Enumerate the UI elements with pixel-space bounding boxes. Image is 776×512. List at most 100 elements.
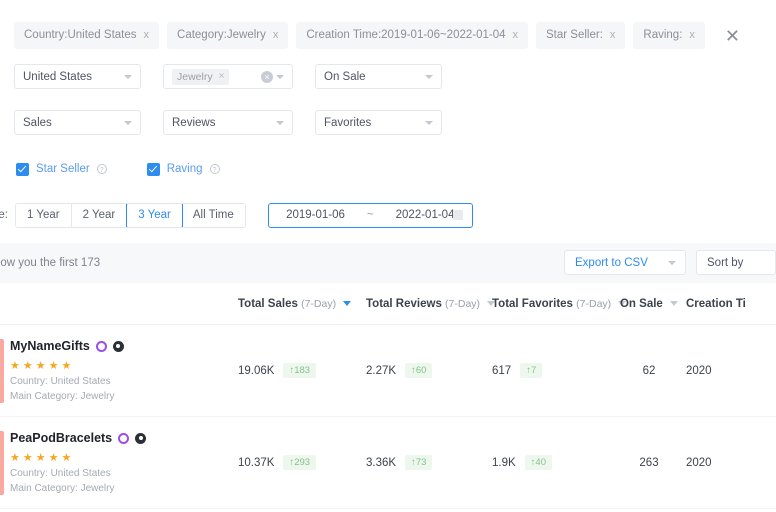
category-tag-label: Jewelry xyxy=(177,70,213,83)
star-seller-badge-icon xyxy=(95,340,107,352)
table-cell-total-reviews: 3.36K ↑73 xyxy=(366,455,492,470)
sales-select[interactable]: Sales xyxy=(14,110,141,135)
clear-all-filters-icon[interactable]: ✕ xyxy=(725,27,740,45)
results-info-bar: how you the first 173 Export to CSV Sort… xyxy=(0,243,776,283)
filter-chip-country[interactable]: Country:United States x xyxy=(14,21,160,50)
checkbox-star-seller-label: Star Seller xyxy=(36,163,90,175)
shops-table: Total Sales (7-Day) Total Reviews (7-Day… xyxy=(0,283,776,509)
date-range-start[interactable]: 2019-01-06 xyxy=(286,209,345,221)
filter-chip-category[interactable]: Category:Jewelry x xyxy=(167,21,289,50)
close-icon[interactable]: × xyxy=(219,71,225,82)
close-icon[interactable]: x xyxy=(610,30,616,41)
chevron-down-icon xyxy=(425,74,433,79)
table-header-creation-time[interactable]: Creation Ti xyxy=(686,298,776,310)
table-cell-total-reviews: 2.27K ↑60 xyxy=(366,363,492,378)
filter-chip-star-seller[interactable]: Star Seller: x xyxy=(536,21,626,50)
table-header-total-sales-label: Total Sales xyxy=(238,297,298,310)
date-range-end[interactable]: 2022-01-04 xyxy=(396,209,455,221)
chevron-down-icon xyxy=(668,260,676,265)
table-cell-total-sales: 19.06K ↑183 xyxy=(238,363,366,378)
category-select[interactable]: Jewelry × × xyxy=(163,64,293,89)
total-favorites-delta: ↑40 xyxy=(524,455,552,470)
time-segment-3-year[interactable]: 3 Year xyxy=(126,203,183,227)
filter-select-row-1: United States Jewelry × × On Sale xyxy=(14,64,776,89)
info-icon[interactable]: ? xyxy=(96,164,107,174)
results-bar-actions: Export to CSV Sort by xyxy=(564,250,776,275)
close-icon[interactable]: x xyxy=(689,30,695,41)
table-header-creation-time-label: Creation Ti xyxy=(686,297,746,310)
total-reviews-value: 2.27K xyxy=(366,364,397,377)
on-sale-select[interactable]: On Sale xyxy=(315,64,442,89)
sort-caret-icon[interactable] xyxy=(343,300,352,306)
checkbox-icon[interactable] xyxy=(146,162,160,176)
shop-name[interactable]: MyNameGifts xyxy=(10,339,238,353)
time-range-label: ne: xyxy=(0,209,8,221)
time-segment-1-year[interactable]: 1 Year xyxy=(16,203,72,227)
date-range-picker[interactable]: 2019-01-06 ~ 2022-01-04 xyxy=(267,202,473,228)
table-cell-on-sale: 263 xyxy=(639,456,659,469)
time-segment-2-year[interactable]: 2 Year xyxy=(71,203,128,227)
favorites-select[interactable]: Favorites xyxy=(315,110,442,135)
shop-name-label: MyNameGifts xyxy=(10,339,90,353)
total-reviews-value: 3.36K xyxy=(366,456,397,469)
shop-name[interactable]: PeaPodBracelets xyxy=(10,431,238,445)
table-cell-on-sale: 62 xyxy=(642,364,656,377)
time-segment-all-time[interactable]: All Time xyxy=(181,203,245,227)
country-select[interactable]: United States xyxy=(14,64,141,89)
clear-icon[interactable]: × xyxy=(261,70,273,83)
table-header-total-favorites-sub: (7-Day) xyxy=(576,297,612,310)
sort-by-label: Sort by xyxy=(707,256,744,269)
sort-caret-icon[interactable] xyxy=(670,300,679,306)
table-header-total-reviews-label: Total Reviews xyxy=(366,297,442,310)
row-accent-bar xyxy=(0,431,4,495)
table-header-total-sales-sub: (7-Day) xyxy=(301,297,337,310)
table-header-total-sales[interactable]: Total Sales (7-Day) xyxy=(238,298,366,310)
filter-selects-area: United States Jewelry × × On Sale Sales xyxy=(0,64,776,135)
filter-chip-label: Star Seller: xyxy=(546,28,603,41)
table-header-total-favorites-label: Total Favorites xyxy=(492,297,573,310)
filter-chip-raving[interactable]: Raving: x xyxy=(633,21,705,50)
table-header-on-sale[interactable]: On Sale xyxy=(612,298,686,310)
star-seller-badge-icon xyxy=(118,432,130,444)
close-icon[interactable]: x xyxy=(273,30,279,41)
table-cell-total-favorites: 1.9K ↑40 xyxy=(492,455,612,470)
shop-country: Country: United States xyxy=(10,376,111,387)
raving-badge-icon xyxy=(135,432,147,444)
sort-by-button[interactable]: Sort by xyxy=(696,250,776,275)
calendar-icon xyxy=(452,210,463,220)
checkbox-raving[interactable]: Raving ? xyxy=(146,162,220,176)
table-header-total-favorites[interactable]: Total Favorites (7-Day) xyxy=(492,297,627,310)
category-tag[interactable]: Jewelry × xyxy=(172,68,230,85)
table-cell-total-favorites: 617 ↑7 xyxy=(492,363,612,378)
chevron-down-icon xyxy=(124,74,132,79)
total-reviews-delta: ↑73 xyxy=(405,455,433,470)
on-sale-select-value: On Sale xyxy=(324,70,366,83)
country-select-value: United States xyxy=(23,70,93,83)
shop-main-category: Main Category: Jewelry xyxy=(10,391,115,402)
table-row[interactable]: PeaPodBracelets ★★★★★ Country: United St… xyxy=(0,417,776,509)
total-sales-value: 19.06K xyxy=(238,364,275,377)
shop-main-category: Main Category: Jewelry xyxy=(10,483,115,494)
table-header-total-reviews[interactable]: Total Reviews (7-Day) xyxy=(366,297,496,310)
time-range-segments: 1 Year 2 Year 3 Year All Time xyxy=(15,202,246,228)
sales-select-value: Sales xyxy=(23,116,52,129)
filter-chip-creation-time[interactable]: Creation Time:2019-01-06~2022-01-04 x xyxy=(296,21,529,50)
total-favorites-value: 617 xyxy=(492,364,512,377)
rating-stars: ★★★★★ xyxy=(10,360,75,372)
table-row[interactable]: MyNameGifts ★★★★★ Country: United States… xyxy=(0,325,776,417)
reviews-select-value: Reviews xyxy=(172,116,216,129)
table-cell-total-sales: 10.37K ↑293 xyxy=(238,455,366,470)
reviews-select[interactable]: Reviews xyxy=(163,110,293,135)
checkbox-raving-label: Raving xyxy=(166,163,203,175)
total-sales-value: 10.37K xyxy=(238,456,275,469)
table-cell-shop: MyNameGifts ★★★★★ Country: United States… xyxy=(0,339,238,402)
export-to-csv-button[interactable]: Export to CSV xyxy=(564,250,686,275)
total-sales-delta: ↑183 xyxy=(283,363,317,378)
checkbox-star-seller[interactable]: Star Seller ? xyxy=(16,162,107,176)
close-icon[interactable]: x xyxy=(513,30,519,41)
shop-country: Country: United States xyxy=(10,468,111,479)
close-icon[interactable]: x xyxy=(144,30,150,41)
info-icon[interactable]: ? xyxy=(209,164,220,174)
checkbox-icon[interactable] xyxy=(16,162,29,176)
row-accent-bar xyxy=(0,339,4,403)
